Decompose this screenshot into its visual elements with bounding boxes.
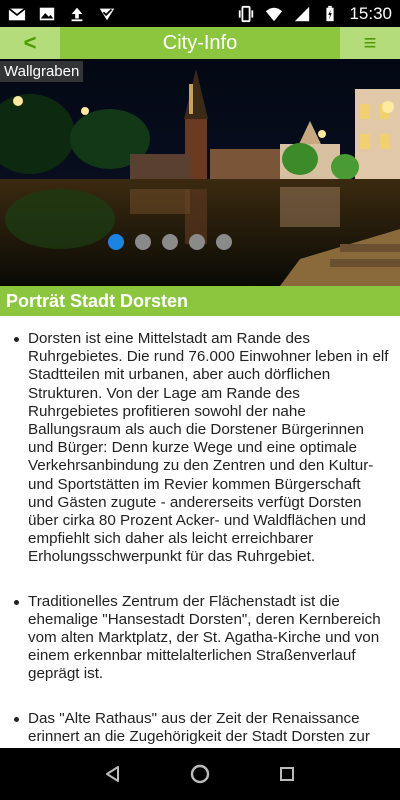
signal-icon	[293, 5, 311, 23]
back-nav-icon[interactable]	[98, 759, 128, 789]
content-scroll[interactable]: Dorsten ist eine Mittelstadt am Rande de…	[0, 316, 400, 748]
slider-dot-1[interactable]	[108, 234, 124, 250]
image-icon	[38, 5, 56, 23]
status-system: 15:30	[237, 4, 392, 24]
app-header: < City-Info ≡	[0, 27, 400, 59]
image-slider[interactable]: Wallgraben	[0, 59, 400, 286]
app-screen: < City-Info ≡ Wallgraben Porträt Stadt D…	[0, 27, 400, 748]
slider-dot-2[interactable]	[135, 234, 151, 250]
home-nav-icon[interactable]	[185, 759, 215, 789]
status-bar: 15:30	[0, 0, 400, 27]
status-notifications	[8, 5, 116, 23]
status-time: 15:30	[349, 3, 392, 23]
check-mail-icon	[98, 5, 116, 23]
back-arrow-icon: <	[23, 30, 37, 55]
paragraph-list: Dorsten ist eine Mittelstadt am Rande de…	[10, 330, 390, 748]
back-button[interactable]: <	[0, 27, 60, 59]
paragraph-item: Dorsten ist eine Mittelstadt am Rande de…	[10, 330, 390, 567]
slide-image	[0, 59, 400, 286]
hamburger-menu-icon: ≡	[363, 30, 377, 55]
system-nav-bar	[0, 748, 400, 800]
vibrate-icon	[237, 5, 255, 23]
paragraph-item: Traditionelles Zentrum der Flächenstadt …	[10, 593, 390, 684]
section-title: Porträt Stadt Dorsten	[0, 286, 400, 316]
gmail-icon	[8, 5, 26, 23]
upload-icon	[68, 5, 86, 23]
paragraph-item: Das "Alte Rathaus" aus der Zeit der Rena…	[10, 710, 390, 748]
menu-button[interactable]: ≡	[340, 27, 400, 59]
wifi-icon	[265, 5, 283, 23]
slider-dot-3[interactable]	[162, 234, 178, 250]
slide-caption: Wallgraben	[0, 61, 84, 82]
page-title: City-Info	[162, 31, 238, 54]
battery-charging-icon	[321, 5, 339, 23]
slider-pagination	[0, 234, 400, 250]
slider-dot-4[interactable]	[189, 234, 205, 250]
recents-nav-icon[interactable]	[272, 759, 302, 789]
slider-dot-5[interactable]	[216, 234, 232, 250]
